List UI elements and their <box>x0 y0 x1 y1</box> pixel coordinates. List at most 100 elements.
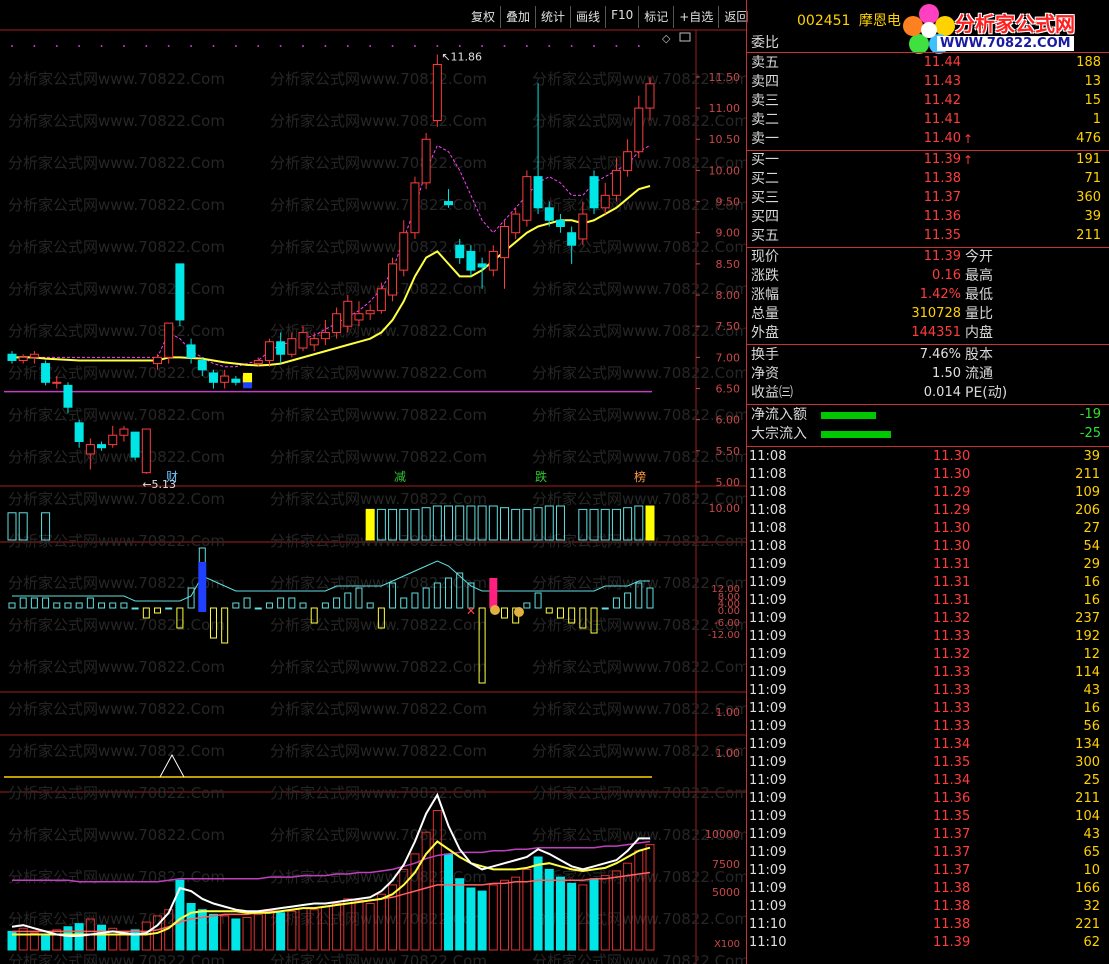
tick-time: 11:09 <box>749 701 787 716</box>
quote-value: 0.16 <box>932 268 961 283</box>
tick-volume: 43 <box>1083 827 1100 842</box>
sell-level-1-up-arrow-icon: ↑ <box>963 132 974 146</box>
stat-row: 收益㈢ 0.014 PE(动) <box>751 384 1106 402</box>
sell-level-1-price: 11.40 <box>923 131 961 146</box>
tick-row: 11:09 11.33 192 <box>747 628 1109 646</box>
candle-body <box>18 356 28 361</box>
tick-price: 11.37 <box>933 863 971 878</box>
candle-body <box>130 431 140 458</box>
tick-time: 11:09 <box>749 845 787 860</box>
tick-volume: 206 <box>1075 503 1100 518</box>
add-watchlist-button[interactable]: +自选 <box>673 6 718 28</box>
macd-bar <box>42 597 50 609</box>
sell-level-2[interactable]: 卖二 11.41 1 <box>751 111 1106 129</box>
top-marker-dot <box>167 45 170 47</box>
volume-bar <box>634 850 644 951</box>
candle-body <box>29 353 39 358</box>
tick-row: 11:09 11.34 134 <box>747 736 1109 754</box>
top-marker-dot <box>11 45 13 47</box>
candle-body <box>276 341 286 355</box>
buy-level-2[interactable]: 买二 11.38 71 <box>751 170 1106 188</box>
top-marker-dot <box>324 45 327 47</box>
candle-body <box>589 176 599 209</box>
candle-body <box>645 83 655 109</box>
volume-bar <box>499 879 509 951</box>
buy-level-5-price: 11.35 <box>923 228 961 243</box>
top-marker-dot <box>615 45 618 47</box>
mark-button[interactable]: 标记 <box>638 6 673 28</box>
top-marker-dot <box>458 45 461 47</box>
restore-rights-button[interactable]: 复权 <box>466 6 500 28</box>
candle-body <box>175 263 185 321</box>
chart-toolbar: 复权 叠加 统计 画线 F10 标记 +自选 返回 <box>466 6 753 28</box>
flow-bar <box>821 412 876 419</box>
buy-level-2-volume: 71 <box>1084 171 1101 186</box>
statistics-button[interactable]: 统计 <box>535 6 570 28</box>
candle-body <box>634 107 644 153</box>
tick-row: 11:09 11.33 114 <box>747 664 1109 682</box>
tick-price: 11.37 <box>933 845 971 860</box>
watermark-text: 分析家公式网www.70822.Com <box>8 490 225 508</box>
sell-level-4[interactable]: 卖四 11.43 13 <box>751 73 1106 91</box>
stat-label-2: PE(动) <box>965 385 1008 401</box>
watermark-text: 分析家公式网www.70822.Com <box>532 364 746 382</box>
tick-row: 11:08 11.30 211 <box>747 466 1109 484</box>
sell-level-5[interactable]: 卖五 11.44 188 <box>751 54 1106 72</box>
tick-price: 11.35 <box>933 755 971 770</box>
watermark-text: 分析家公式网www.70822.Com <box>8 826 225 844</box>
watermark-text: 分析家公式网www.70822.Com <box>8 700 225 718</box>
kline-chart-area[interactable]: 分析家公式网www.70822.Com 分析家公式网www.70822.Com 分析… <box>0 0 748 964</box>
flow-row: 大宗流入 -25 <box>751 425 1106 443</box>
buy-level-5[interactable]: 买五 11.35 211 <box>751 227 1106 245</box>
price-axis-label: 8.50 <box>716 258 741 271</box>
tick-time: 11:09 <box>749 773 787 788</box>
draw-line-button[interactable]: 画线 <box>570 6 605 28</box>
pane3-axis-label: -12.00 <box>708 630 740 641</box>
top-marker-dot <box>525 45 528 47</box>
top-marker-dot <box>78 45 81 47</box>
buy-level-1-price: 11.39 <box>923 152 961 167</box>
buy-level-4-volume: 39 <box>1084 209 1101 224</box>
quote-value: 1.42% <box>919 287 961 302</box>
tick-price: 11.38 <box>933 881 971 896</box>
watermark-text: 分析家公式网www.70822.Com <box>8 238 225 256</box>
top-marker-dot <box>436 45 439 47</box>
sell-level-1[interactable]: 卖一 11.40 ↑ 476 <box>751 130 1106 148</box>
tick-time: 11:09 <box>749 593 787 608</box>
stat-value: 7.46% <box>919 347 961 362</box>
candle-body <box>410 182 420 234</box>
buy-level-1[interactable]: 买一 11.39 ↑ 191 <box>751 151 1106 169</box>
volume-bar <box>41 935 51 951</box>
volume-bar <box>242 916 252 951</box>
volume-bar <box>253 913 263 951</box>
candle-body <box>85 444 95 455</box>
tick-row: 11:08 11.30 39 <box>747 448 1109 466</box>
tick-time: 11:09 <box>749 575 787 590</box>
volume-bar <box>488 884 498 951</box>
f10-button[interactable]: F10 <box>605 6 638 28</box>
top-marker-dot <box>346 45 349 47</box>
tick-price: 11.38 <box>933 899 971 914</box>
overlay-button[interactable]: 叠加 <box>500 6 535 28</box>
candle-body <box>264 341 274 361</box>
watermark-text: 分析家公式网www.70822.Com <box>8 70 225 88</box>
tick-time: 11:09 <box>749 611 787 626</box>
tick-time: 11:08 <box>749 449 787 464</box>
buy-level-4[interactable]: 买四 11.36 39 <box>751 208 1106 226</box>
tick-volume: 114 <box>1075 665 1100 680</box>
buy-level-3[interactable]: 买三 11.37 360 <box>751 189 1106 207</box>
volume-bar <box>533 856 543 951</box>
stock-name: 摩恩电 <box>858 13 901 29</box>
kline-chart-svg[interactable]: 分析家公式网www.70822.Com 分析家公式网www.70822.Com 分析… <box>0 0 746 964</box>
watermark-text: 分析家公式网www.70822.Com <box>532 784 746 802</box>
watermark-text: 分析家公式网www.70822.Com <box>532 196 746 214</box>
macd-bar <box>288 597 296 609</box>
sell-level-3[interactable]: 卖三 11.42 15 <box>751 92 1106 110</box>
tick-price: 11.34 <box>933 737 971 752</box>
tick-volume: 25 <box>1083 773 1100 788</box>
candle-body <box>287 338 297 355</box>
tick-volume: 134 <box>1075 737 1100 752</box>
volume-bar <box>276 912 286 951</box>
volume-bar <box>97 924 107 951</box>
sell-level-1-label: 卖一 <box>751 131 779 147</box>
